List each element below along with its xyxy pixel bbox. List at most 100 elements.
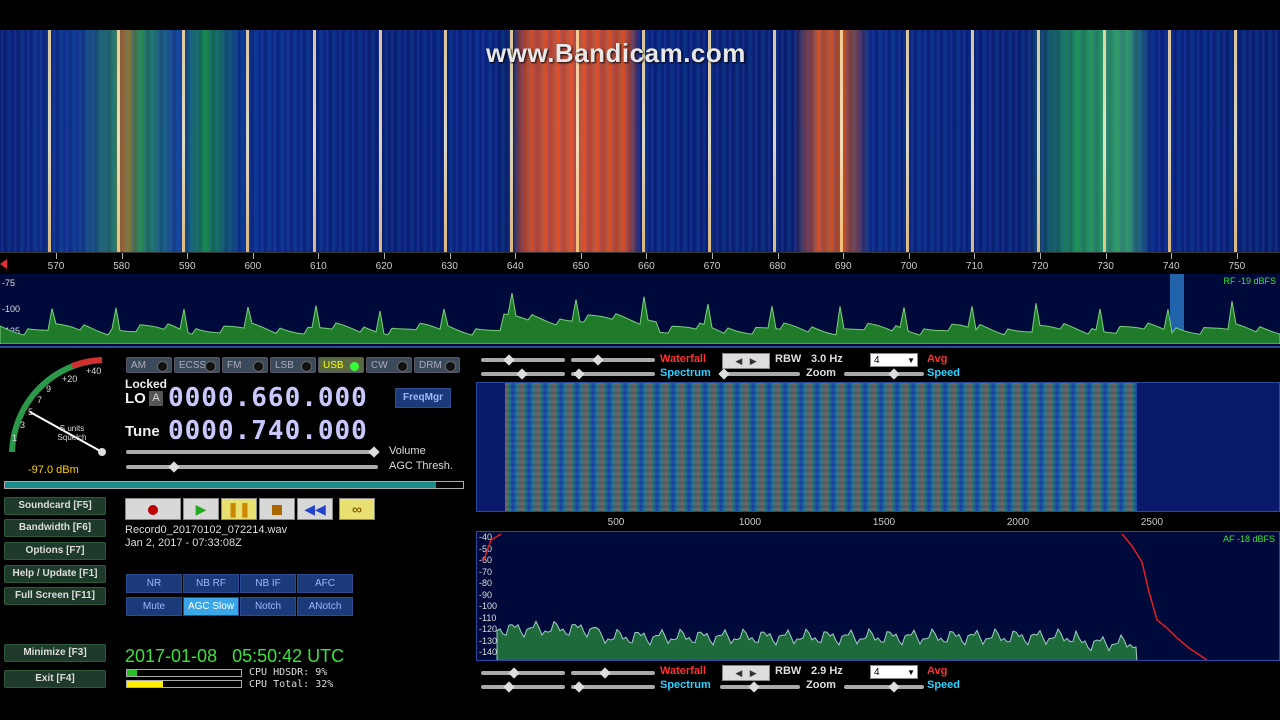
volume-slider-thumb[interactable] (368, 446, 380, 458)
rf-waterfall-brightness-slider[interactable] (571, 358, 655, 362)
agc-threshold-slider[interactable] (126, 465, 378, 469)
af-rbw-stepper[interactable]: ◀ ▶ (722, 665, 770, 681)
af-spectrum[interactable]: -40 -50 -60 -70 -80 -90 -100 -110 -120 -130 -140 A… (476, 531, 1280, 661)
fullscreen-button[interactable]: Full Screen [F11] (4, 587, 106, 605)
anotch-button[interactable]: ANotch (297, 597, 353, 616)
slider-thumb[interactable] (599, 667, 611, 679)
cpu-hdsdr-label: CPU HDSDR: 9% (249, 667, 328, 678)
axis-tick (515, 253, 517, 259)
nb-rf-button[interactable]: NB RF (183, 574, 239, 593)
bandwidth-button[interactable]: Bandwidth [F6] (4, 519, 106, 537)
exit-button[interactable]: Exit [F4] (4, 670, 106, 688)
af-avg-label: Avg (927, 665, 948, 677)
axis-tick-label: 610 (310, 261, 327, 272)
lo-a-toggle[interactable]: A (149, 391, 163, 406)
agc-threshold-label: AGC Thresh. (389, 460, 453, 472)
slider-thumb[interactable] (503, 681, 515, 693)
afc-button[interactable]: AFC (297, 574, 353, 593)
slider-thumb[interactable] (718, 368, 730, 380)
cpu-total-bar (126, 680, 242, 688)
slider-thumb[interactable] (888, 681, 900, 693)
rewind-button[interactable]: ◀◀ (297, 498, 333, 520)
mode-button-usb[interactable]: USB (318, 357, 364, 373)
stop-button[interactable] (259, 498, 295, 520)
rbw-label: RBW (775, 353, 802, 365)
mode-button-fm[interactable]: FM (222, 357, 268, 373)
af-rbw-label: RBW (775, 665, 802, 677)
avg-select[interactable]: 4 ▼ (870, 353, 918, 367)
mode-label: LSB (275, 360, 294, 371)
af-waterfall[interactable] (476, 382, 1280, 512)
lo-marker-icon[interactable] (0, 259, 7, 269)
agc-threshold-thumb[interactable] (168, 461, 180, 473)
slider-thumb[interactable] (748, 681, 760, 693)
loop-button[interactable]: ∞ (339, 498, 375, 520)
af-waterfall-contrast-slider[interactable] (481, 671, 565, 675)
rf-spectrum-trace (0, 293, 1280, 344)
rewind-icon: ◀◀ (304, 501, 326, 517)
soundcard-button[interactable]: Soundcard [F5] (4, 497, 106, 515)
slider-thumb[interactable] (888, 368, 900, 380)
rbw-stepper[interactable]: ◀ ▶ (722, 353, 770, 369)
help-update-button[interactable]: Help / Update [F1] (4, 565, 106, 583)
carrier-line (1234, 30, 1237, 252)
slider-thumb[interactable] (573, 681, 585, 693)
nr-button[interactable]: NR (126, 574, 182, 593)
mode-label: DRM (419, 360, 442, 371)
dbm-readout: -97.0 dBm (28, 464, 79, 476)
mode-led-icon (253, 361, 264, 372)
rf-waterfall-contrast-slider[interactable] (481, 358, 565, 362)
slider-thumb[interactable] (592, 354, 604, 366)
nb-if-button[interactable]: NB IF (240, 574, 296, 593)
play-button[interactable]: ▶ (183, 498, 219, 520)
speed-slider[interactable] (844, 372, 924, 376)
axis-tick (1236, 253, 1238, 259)
af-frequency-axis[interactable]: 500 1000 1500 2000 2500 (476, 513, 1280, 531)
af-spectrum-contrast-slider[interactable] (481, 685, 565, 689)
rf-spectrum[interactable]: -75 -100 -125 RF -19 dBFS (0, 274, 1280, 348)
mode-button-ecss[interactable]: ECSS (174, 357, 220, 373)
axis-tick-label: 690 (834, 261, 852, 272)
cpu-hdsdr-bar (126, 669, 242, 677)
options-button[interactable]: Options [F7] (4, 542, 106, 560)
tune-frequency[interactable]: 0000.740.000 (168, 416, 368, 446)
volume-slider[interactable] (126, 450, 378, 454)
zoom-slider[interactable] (720, 372, 800, 376)
record-button[interactable] (125, 498, 181, 520)
axis-tick-label: 650 (572, 261, 590, 272)
af-axis-tick-label: 1000 (738, 517, 762, 528)
axis-tick-label: 580 (113, 261, 130, 272)
mode-led-icon (205, 361, 216, 372)
af-avg-select[interactable]: 4 ▼ (870, 665, 918, 679)
axis-tick-label: 570 (47, 261, 65, 272)
mode-button-am[interactable]: AM (126, 357, 172, 373)
af-speed-slider[interactable] (844, 685, 924, 689)
utc-clock: 2017-01-08 05:50:42 UTC (125, 646, 345, 666)
carrier-line (1168, 30, 1171, 252)
axis-tick-label: 720 (1031, 261, 1049, 272)
carrier-line (379, 30, 382, 252)
axis-tick (121, 253, 123, 259)
slider-thumb[interactable] (516, 368, 528, 380)
minimize-button[interactable]: Minimize [F3] (4, 644, 106, 662)
volume-label: Volume (389, 445, 426, 457)
af-waterfall-brightness-slider[interactable] (571, 671, 655, 675)
af-zoom-slider[interactable] (720, 685, 800, 689)
stop-icon (272, 505, 282, 516)
slider-thumb[interactable] (508, 667, 520, 679)
freqmgr-button[interactable]: FreqMgr (395, 388, 451, 408)
mode-button-drm[interactable]: DRM (414, 357, 460, 373)
slider-thumb[interactable] (503, 354, 515, 366)
carrier-line (444, 30, 447, 252)
mute-button[interactable]: Mute (126, 597, 182, 616)
record-icon (148, 505, 158, 516)
mode-button-lsb[interactable]: LSB (270, 357, 316, 373)
pause-button[interactable]: ❚❚ (221, 498, 257, 520)
rf-frequency-axis[interactable]: 570 580 590 600 610 620 630 640 650 660 670 680 690 7… (0, 252, 1280, 275)
slider-thumb[interactable] (573, 368, 585, 380)
lo-frequency[interactable]: 0000.660.000 (168, 383, 368, 413)
notch-button[interactable]: Notch (240, 597, 296, 616)
agc-slow-button[interactable]: AGC Slow (183, 597, 239, 616)
s-scale-label: +40 (86, 366, 102, 376)
mode-button-cw[interactable]: CW (366, 357, 412, 373)
